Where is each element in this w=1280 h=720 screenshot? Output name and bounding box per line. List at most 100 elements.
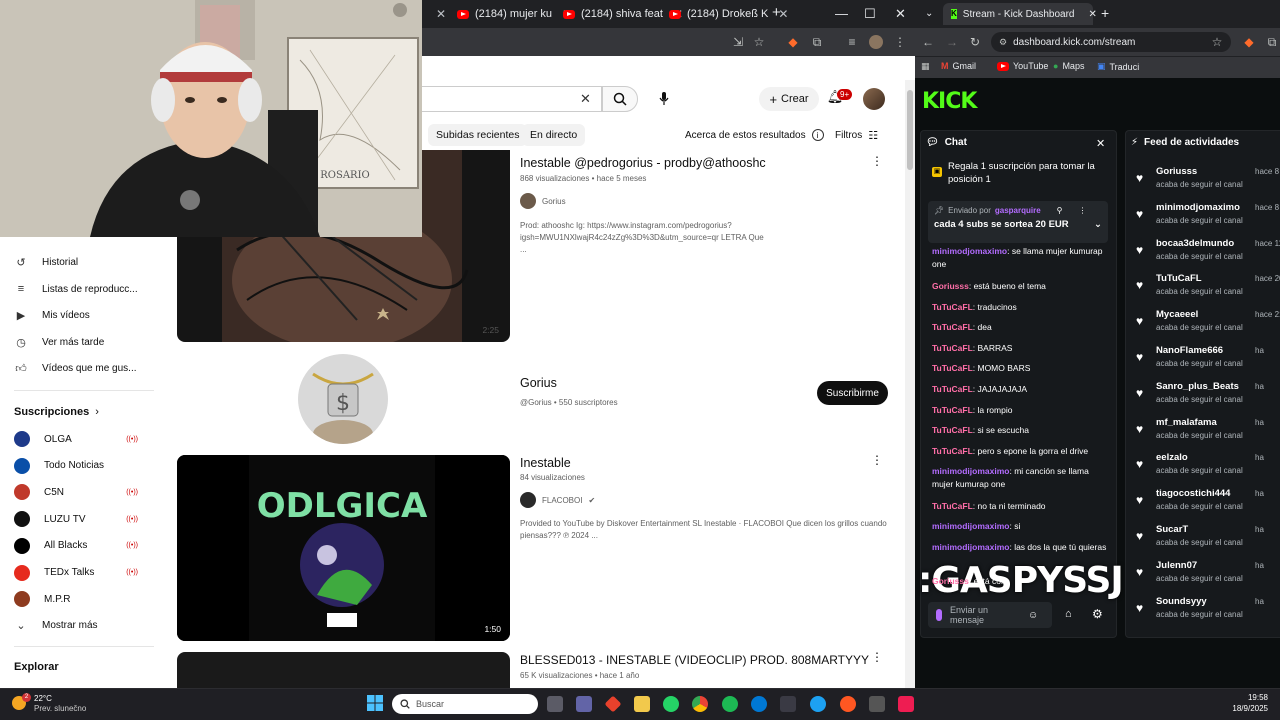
chat-message[interactable]: TuTuCaFL: JAJAJAJAJA bbox=[932, 383, 1110, 396]
chat-message[interactable]: TuTuCaFL: no ta ni terminado bbox=[932, 500, 1110, 513]
extension-fox-icon[interactable]: ◆ bbox=[1242, 35, 1256, 49]
sidebar-item-liked[interactable]: 👍︎ Vídeos que me gus... bbox=[14, 355, 154, 381]
feed-item[interactable]: ♥ tiagocostichi444 acaba de seguir el cana… bbox=[1133, 488, 1280, 524]
chat-settings-gear-icon[interactable]: ⚙ bbox=[1092, 607, 1103, 621]
chat-message[interactable]: TuTuCaFL: si se escucha bbox=[932, 424, 1110, 437]
teams-icon[interactable] bbox=[576, 696, 592, 712]
kick-address-bar[interactable]: ← → ↻ ⚙ dashboard.kick.com/stream ☆ ◆ ⧉ bbox=[915, 28, 1280, 56]
feed-item[interactable]: ♥ Mycaeeel acaba de seguir el canal hace 21 bbox=[1133, 309, 1280, 345]
channel-row[interactable]: Gorius bbox=[520, 193, 566, 209]
video-title[interactable]: BLESSED013 - INESTABLE (VIDEOCLIP) PROD.… bbox=[520, 653, 869, 667]
chat-username[interactable]: TuTuCaFL bbox=[932, 425, 973, 435]
bookmark-translate[interactable]: ▣ Traduci bbox=[1097, 61, 1139, 72]
url-field[interactable]: ⚙ dashboard.kick.com/stream bbox=[991, 32, 1231, 52]
subscription-item[interactable]: All Blacks ((•)) bbox=[14, 533, 154, 559]
feed-item[interactable]: ♥ Soundsyyy acaba de seguir el canal ha bbox=[1133, 596, 1280, 632]
feed-username[interactable]: Soundsyyy bbox=[1156, 596, 1207, 607]
whatsapp-icon[interactable] bbox=[663, 696, 679, 712]
browser-icon[interactable] bbox=[810, 696, 826, 712]
chat-username[interactable]: minimodijomaximo bbox=[932, 466, 1009, 476]
chat-username[interactable]: Goriusss bbox=[932, 576, 969, 586]
video-thumbnail[interactable] bbox=[177, 652, 510, 688]
back-arrow-icon[interactable]: ← bbox=[921, 35, 935, 49]
channel-row[interactable]: FLACOBOI ✔︎ bbox=[520, 492, 595, 508]
feed-item[interactable]: ♥ Sanro_plus_Beats acaba de seguir el cana… bbox=[1133, 381, 1280, 417]
more-actions-icon[interactable]: ⋮ bbox=[871, 650, 883, 664]
feed-username[interactable]: eelzalo bbox=[1156, 452, 1188, 463]
chrome-icon[interactable] bbox=[692, 696, 708, 712]
install-icon[interactable]: ⇲ bbox=[731, 35, 745, 49]
more-actions-icon[interactable]: ⋮ bbox=[871, 453, 883, 467]
chat-message[interactable]: minimodijomaximo: mi canción se llama mu… bbox=[932, 465, 1110, 491]
feed-username[interactable]: Goriusss bbox=[1156, 166, 1197, 177]
forward-arrow-icon[interactable]: → bbox=[945, 35, 959, 49]
feed-username[interactable]: bocaa3delmundo bbox=[1156, 238, 1234, 249]
tab-list-chevron-icon[interactable]: ⌄ bbox=[925, 8, 933, 19]
feed-item[interactable]: ♥ TuTuCaFL acaba de seguir el canal hace 20 bbox=[1133, 273, 1280, 309]
channel-title[interactable]: Gorius bbox=[520, 376, 557, 390]
feed-item[interactable]: ♥ Goriusss acaba de seguir el canal hace 8 bbox=[1133, 166, 1280, 202]
windows-start-icon[interactable] bbox=[367, 695, 383, 711]
more-actions-icon[interactable]: ⋮ bbox=[871, 154, 883, 168]
weather-widget[interactable]: 2 22°C Prev. slunečno bbox=[10, 693, 90, 717]
extensions-puzzle-icon[interactable]: ⧉ bbox=[1265, 35, 1279, 49]
bookmark-gmail[interactable]: M Gmail bbox=[941, 61, 976, 71]
tab-shiva[interactable]: (2184) shiva feat ✕ bbox=[563, 4, 683, 24]
sidebar-item-playlists[interactable]: ≡ Listas de reproducc... bbox=[14, 276, 154, 302]
store-icon[interactable]: ⌂ bbox=[1065, 608, 1072, 620]
chat-message[interactable]: minimodijomaximo: si bbox=[932, 520, 1110, 533]
chat-username[interactable]: TuTuCaFL bbox=[932, 501, 973, 511]
feed-username[interactable]: Sanro_plus_Beats bbox=[1156, 381, 1239, 392]
sidebar-item-watch-later[interactable]: ◷ Ver más tarde bbox=[14, 329, 154, 355]
chat-message[interactable]: minimodjomaximo: se llama mujer kumurap … bbox=[932, 245, 1110, 271]
close-chat-icon[interactable]: ✕ bbox=[1096, 137, 1105, 150]
chat-message[interactable]: TuTuCaFL: dea bbox=[932, 321, 1110, 334]
feed-item[interactable]: ♥ minimodjomaximo acaba de seguir el canal… bbox=[1133, 202, 1280, 238]
close-window-icon[interactable]: ✕ bbox=[895, 6, 906, 22]
brave-icon[interactable] bbox=[840, 696, 856, 712]
bookmark-youtube[interactable]: YouTube bbox=[997, 61, 1048, 71]
about-results-link[interactable]: Acerca de estos resultados i bbox=[685, 129, 824, 141]
settings-icon[interactable] bbox=[869, 696, 885, 712]
account-avatar[interactable] bbox=[863, 88, 885, 110]
subscription-item[interactable]: C5N ((•)) bbox=[14, 479, 154, 505]
chat-username[interactable]: TuTuCaFL bbox=[932, 384, 973, 394]
gift-sub-banner[interactable]: ▣ Regala 1 suscripción para tomar la pos… bbox=[928, 160, 1114, 194]
bookmark-star-icon[interactable]: ☆ bbox=[1210, 35, 1224, 49]
tab-close-icon[interactable]: ✕ bbox=[1089, 9, 1097, 20]
chat-username[interactable]: TuTuCaFL bbox=[932, 322, 973, 332]
feed-item[interactable]: ♥ Julenn07 acaba de seguir el canal ha bbox=[1133, 560, 1280, 596]
video-title[interactable]: Inestable @pedrogorius - prodby@athooshc bbox=[520, 156, 766, 170]
chat-username[interactable]: Goriusss bbox=[932, 281, 969, 291]
reload-icon[interactable]: ↻ bbox=[968, 35, 982, 49]
video-thumbnail[interactable]: ODLGICA 1:50 bbox=[177, 455, 510, 641]
subscriptions-heading[interactable]: Suscripciones › bbox=[14, 399, 154, 425]
edge-icon[interactable] bbox=[751, 696, 767, 712]
subscribe-button[interactable]: Suscribirme bbox=[817, 381, 888, 405]
feed-item[interactable]: ♥ bocaa3delmundo acaba de seguir el canal h… bbox=[1133, 238, 1280, 274]
pinned-menu-icon[interactable]: ⋮ bbox=[1079, 206, 1087, 215]
chat-username[interactable]: TuTuCaFL bbox=[932, 302, 973, 312]
chat-username[interactable]: minimodjomaximo bbox=[932, 246, 1007, 256]
chat-message[interactable]: TuTuCaFL: traducinos bbox=[932, 301, 1110, 314]
feed-username[interactable]: Mycaeeel bbox=[1156, 309, 1198, 320]
pinned-message[interactable]: 📌︎ Enviado por gasparquire ⚲ ⋮ cada 4 su… bbox=[928, 201, 1108, 243]
show-more-button[interactable]: ⌄ Mostrar más bbox=[14, 612, 154, 638]
chat-username[interactable]: minimodijomaximo bbox=[932, 521, 1009, 531]
maximize-icon[interactable]: ☐ bbox=[864, 6, 876, 22]
feed-username[interactable]: Julenn07 bbox=[1156, 560, 1197, 571]
channel-avatar-large[interactable]: $ bbox=[298, 354, 388, 444]
feed-username[interactable]: mf_malafama bbox=[1156, 417, 1217, 428]
chat-username[interactable]: TuTuCaFL bbox=[932, 363, 973, 373]
chat-message[interactable]: TuTuCaFL: la rompio bbox=[932, 404, 1110, 417]
subscription-item[interactable]: Todo Noticias bbox=[14, 453, 154, 479]
clock[interactable]: 19:58 18/9/2025 bbox=[1220, 693, 1268, 713]
feed-username[interactable]: minimodjomaximo bbox=[1156, 202, 1240, 213]
kick-logo[interactable]: KICK bbox=[922, 89, 977, 114]
chip-live[interactable]: En directo bbox=[522, 124, 586, 146]
menu-kebab-icon[interactable]: ⋮ bbox=[893, 35, 907, 49]
feed-username[interactable]: tiagocostichi444 bbox=[1156, 488, 1230, 499]
extension-fox-icon[interactable]: ◆ bbox=[786, 35, 800, 49]
chat-username[interactable]: TuTuCaFL bbox=[932, 405, 973, 415]
new-tab-button[interactable]: + bbox=[1101, 5, 1109, 21]
